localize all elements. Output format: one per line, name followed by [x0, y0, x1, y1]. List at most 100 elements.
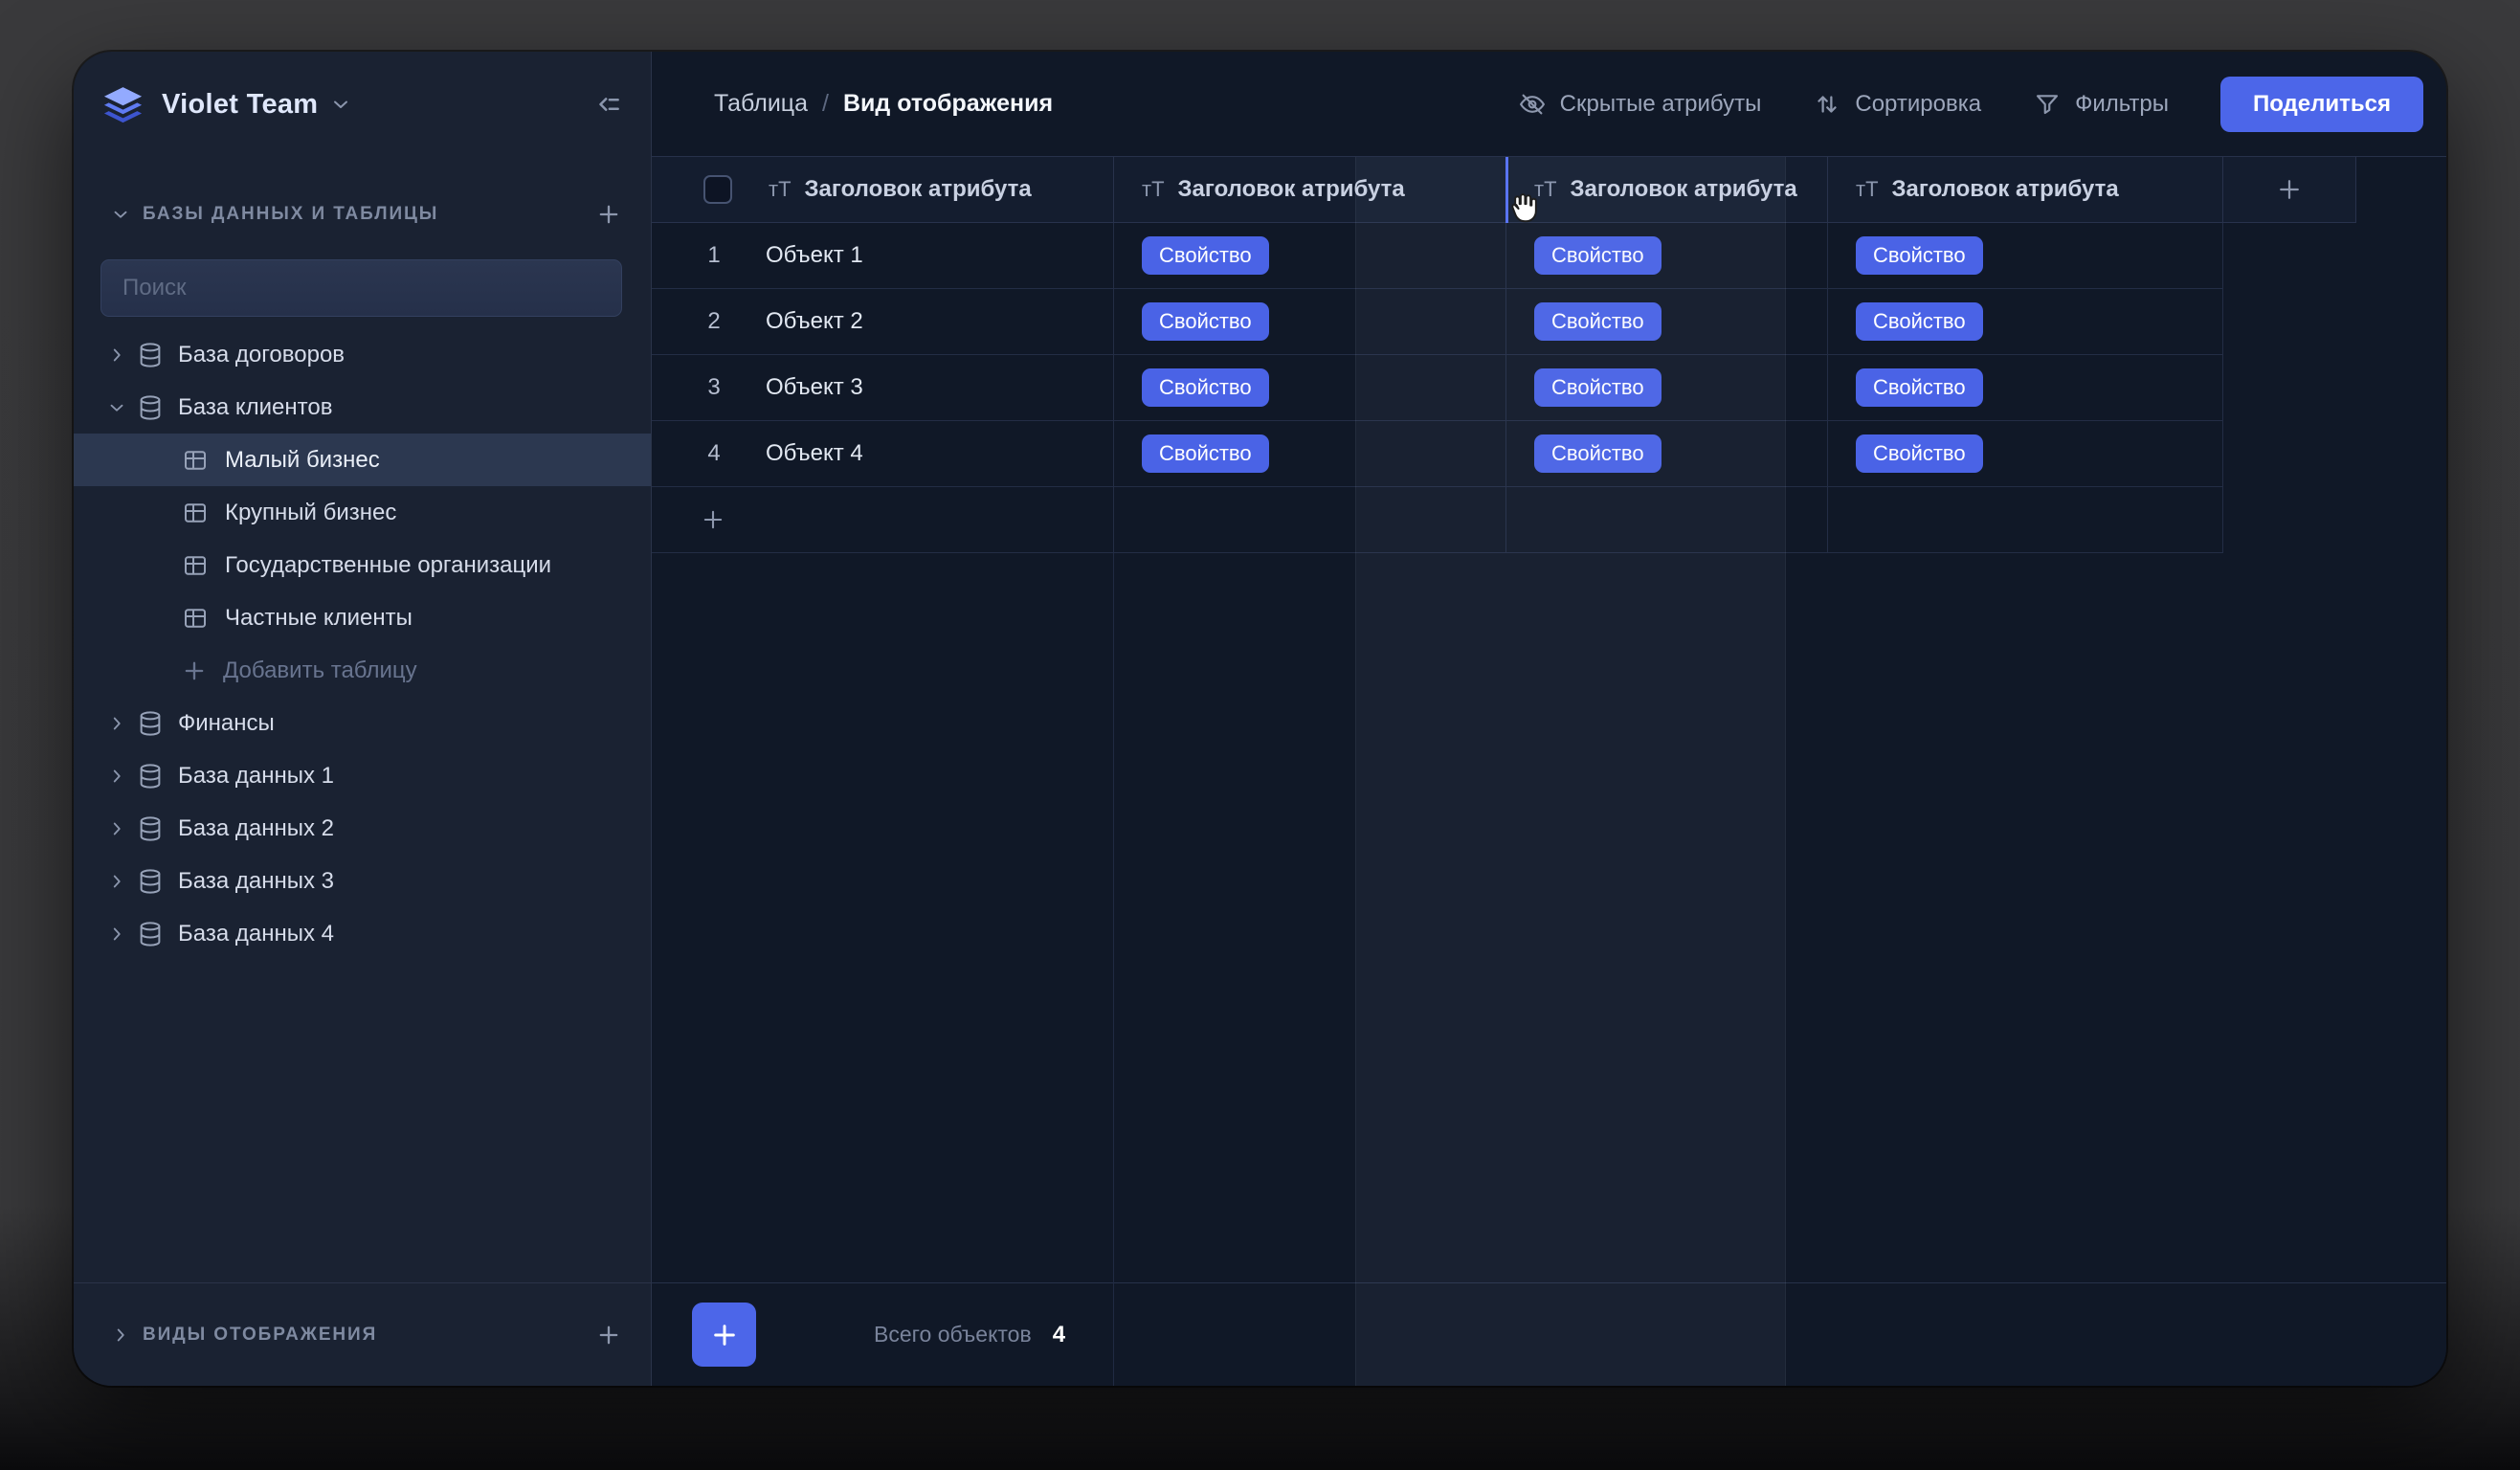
- views-section-header[interactable]: ВИДЫ ОТОБРАЖЕНИЯ: [74, 1282, 651, 1386]
- sidebar-item-table[interactable]: Крупный бизнес: [74, 486, 651, 539]
- column-header[interactable]: тТ Заголовок атрибута: [1506, 157, 1828, 222]
- share-button[interactable]: Поделиться: [2220, 77, 2423, 132]
- sidebar-item-database[interactable]: База клиентов: [74, 381, 651, 434]
- chevron-down-icon[interactable]: [110, 204, 131, 225]
- property-cell[interactable]: Свойство: [1828, 421, 2223, 486]
- table-content: тТ Заголовок атрибута тТ Заголовок атриб…: [652, 157, 2446, 1282]
- row-number: 2: [700, 308, 728, 335]
- object-cell[interactable]: 1 Объект 1: [652, 223, 1114, 288]
- hidden-attributes-button[interactable]: Скрытые атрибуты: [1518, 90, 1762, 119]
- sidebar-item-label: Финансы: [178, 710, 275, 737]
- sidebar-item-label: Государственные организации: [225, 552, 551, 579]
- property-chip[interactable]: Свойство: [1534, 302, 1661, 341]
- sidebar-item-table[interactable]: Малый бизнес: [74, 434, 651, 486]
- row-number: 4: [700, 440, 728, 467]
- column-header[interactable]: тТ Заголовок атрибута: [1114, 157, 1506, 222]
- property-cell[interactable]: Свойство: [1114, 355, 1506, 420]
- property-chip[interactable]: Свойство: [1142, 434, 1269, 473]
- add-view-button[interactable]: [595, 1322, 622, 1348]
- property-chip[interactable]: Свойство: [1856, 302, 1983, 341]
- eye-off-icon: [1518, 90, 1547, 119]
- sidebar-item-table[interactable]: Частные клиенты: [74, 591, 651, 644]
- sidebar-item-database[interactable]: База данных 3: [74, 855, 651, 907]
- chevron-right-icon: [106, 713, 131, 734]
- property-cell[interactable]: Свойство: [1506, 223, 1828, 288]
- object-label[interactable]: Объект 2: [766, 308, 863, 335]
- property-cell[interactable]: Свойство: [1114, 421, 1506, 486]
- add-table-button[interactable]: Добавить таблицу: [74, 644, 651, 697]
- property-cell[interactable]: Свойство: [1828, 355, 2223, 420]
- property-chip[interactable]: Свойство: [1142, 368, 1269, 407]
- table-icon: [181, 551, 210, 580]
- sidebar-item-database[interactable]: База данных 4: [74, 907, 651, 960]
- main-area: Таблица / Вид отображения Скрытые атрибу…: [652, 52, 2446, 1386]
- plus-icon: [709, 1320, 740, 1350]
- property-cell[interactable]: Свойство: [1506, 421, 1828, 486]
- property-chip[interactable]: Свойство: [1142, 236, 1269, 275]
- property-chip[interactable]: Свойство: [1856, 434, 1983, 473]
- search-input[interactable]: [123, 275, 600, 301]
- sidebar-search[interactable]: [100, 259, 622, 317]
- row-number: 1: [700, 242, 728, 269]
- sidebar-item-database[interactable]: База данных 2: [74, 802, 651, 855]
- sidebar-item-table[interactable]: Государственные организации: [74, 539, 651, 591]
- object-label[interactable]: Объект 3: [766, 374, 863, 401]
- database-icon: [136, 814, 165, 843]
- object-cell[interactable]: 4 Объект 4: [652, 421, 1114, 486]
- object-label[interactable]: Объект 4: [766, 440, 863, 467]
- table-row[interactable]: 1 Объект 1 Свойство Свойство Свойство: [652, 223, 2223, 289]
- property-chip[interactable]: Свойство: [1534, 434, 1661, 473]
- table-row[interactable]: 2 Объект 2 Свойство Свойство Свойство: [652, 289, 2223, 355]
- object-cell[interactable]: 2 Объект 2: [652, 289, 1114, 354]
- sidebar-item-database[interactable]: База договоров: [74, 328, 651, 381]
- chevron-down-icon[interactable]: [329, 93, 352, 116]
- property-chip[interactable]: Свойство: [1534, 236, 1661, 275]
- column-header[interactable]: тТ Заголовок атрибута: [652, 157, 1114, 222]
- sidebar-item-label: База договоров: [178, 342, 345, 368]
- property-chip[interactable]: Свойство: [1142, 302, 1269, 341]
- collapse-sidebar-button[interactable]: [593, 90, 622, 119]
- main-header: Таблица / Вид отображения Скрытые атрибу…: [652, 52, 2446, 157]
- property-chip[interactable]: Свойство: [1856, 236, 1983, 275]
- view-toolbar: Скрытые атрибуты Сортировка Фильтры Поде…: [1518, 77, 2423, 132]
- add-row[interactable]: [652, 487, 2223, 553]
- property-cell[interactable]: Свойство: [1506, 289, 1828, 354]
- sidebar-item-database[interactable]: Финансы: [74, 697, 651, 749]
- add-column-button[interactable]: [2223, 157, 2356, 222]
- property-cell[interactable]: Свойство: [1828, 289, 2223, 354]
- property-cell[interactable]: Свойство: [1828, 223, 2223, 288]
- sidebar-item-database[interactable]: База данных 1: [74, 749, 651, 802]
- app-logo-icon: [100, 82, 145, 127]
- select-all-checkbox[interactable]: [703, 175, 732, 204]
- chevron-right-icon: [106, 871, 131, 892]
- object-label[interactable]: Объект 1: [766, 242, 863, 269]
- sidebar: Violet Team БАЗЫ ДАННЫХ И ТАБЛИЦЫ: [74, 52, 652, 1386]
- column-header[interactable]: тТ Заголовок атрибута: [1828, 157, 2223, 222]
- property-chip[interactable]: Свойство: [1534, 368, 1661, 407]
- total-objects-label: Всего объектов: [874, 1322, 1032, 1348]
- database-icon: [136, 920, 165, 948]
- sort-button[interactable]: Сортировка: [1813, 90, 1981, 119]
- sidebar-item-label: База данных 2: [178, 815, 334, 842]
- database-icon: [136, 709, 165, 738]
- add-row-cell[interactable]: [652, 487, 1114, 552]
- property-cell[interactable]: Свойство: [1114, 289, 1506, 354]
- plus-icon: [2275, 175, 2304, 204]
- text-type-icon: тТ: [1856, 177, 1879, 202]
- object-cell[interactable]: 3 Объект 3: [652, 355, 1114, 420]
- table-row[interactable]: 3 Объект 3 Свойство Свойство Свойство: [652, 355, 2223, 421]
- property-chip[interactable]: Свойство: [1856, 368, 1983, 407]
- team-name[interactable]: Violet Team: [162, 89, 318, 121]
- row-number: 3: [700, 374, 728, 401]
- property-cell[interactable]: Свойство: [1506, 355, 1828, 420]
- table-row[interactable]: 4 Объект 4 Свойство Свойство Свойство: [652, 421, 2223, 487]
- breadcrumb-parent[interactable]: Таблица: [714, 90, 808, 118]
- property-cell[interactable]: Свойство: [1114, 223, 1506, 288]
- empty-cell: [1114, 487, 1506, 552]
- add-record-button[interactable]: [692, 1303, 756, 1367]
- sidebar-item-label: База данных 3: [178, 868, 334, 895]
- text-type-icon: тТ: [1142, 177, 1165, 202]
- filters-button[interactable]: Фильтры: [2033, 90, 2169, 119]
- add-database-button[interactable]: [595, 201, 622, 228]
- filters-label: Фильтры: [2075, 91, 2169, 118]
